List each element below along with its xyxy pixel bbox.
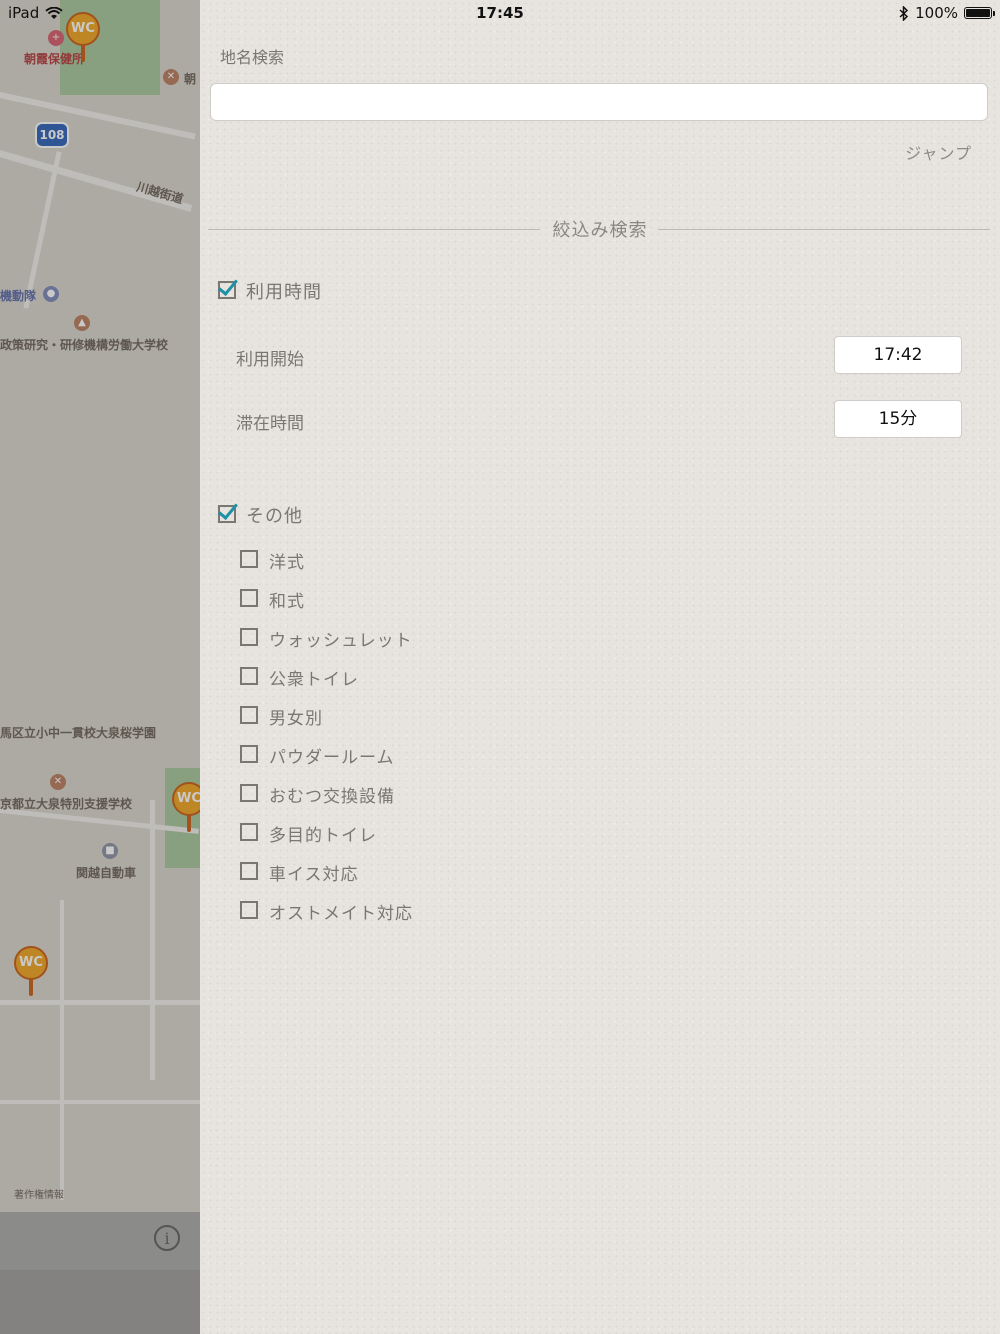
option-checkbox-gender-separated[interactable] <box>240 706 258 724</box>
filter-panel: 地名検索 ジャンプ 絞込み検索 利用時間 利用開始 17:42 滞在時間 15分… <box>200 0 1000 1334</box>
option-label-powder-room: パウダールーム <box>269 748 395 768</box>
option-checkbox-ostomate[interactable] <box>240 901 258 919</box>
start-time-label: 利用開始 <box>236 350 304 370</box>
start-time-field[interactable]: 17:42 <box>834 336 962 374</box>
option-checkbox-wheelchair[interactable] <box>240 862 258 880</box>
option-checkbox-washlet[interactable] <box>240 628 258 646</box>
section-divider-right <box>658 229 990 230</box>
status-time: 17:45 <box>476 4 524 22</box>
option-checkbox-powder-room[interactable] <box>240 745 258 763</box>
stay-duration-label: 滞在時間 <box>236 414 304 434</box>
option-label-wheelchair: 車イス対応 <box>269 865 359 885</box>
option-checkbox-western[interactable] <box>240 550 258 568</box>
option-checkbox-japanese[interactable] <box>240 589 258 607</box>
info-icon[interactable]: i <box>154 1225 180 1251</box>
option-label-japanese: 和式 <box>269 592 305 612</box>
jump-button[interactable]: ジャンプ <box>900 140 972 164</box>
check-icon <box>218 499 238 520</box>
option-label-ostomate: オストメイト対応 <box>269 904 413 924</box>
battery-icon <box>964 7 995 19</box>
option-checkbox-multipurpose[interactable] <box>240 823 258 841</box>
option-checkbox-diaper[interactable] <box>240 784 258 802</box>
option-label-western: 洋式 <box>269 553 305 573</box>
section-divider-left <box>208 229 540 230</box>
battery-percent: 100% <box>915 4 958 22</box>
option-label-washlet: ウォッシュレット <box>269 631 413 651</box>
option-label-gender-separated: 男女別 <box>269 709 323 729</box>
check-icon <box>218 275 238 296</box>
option-checkbox-public[interactable] <box>240 667 258 685</box>
usage-time-checkbox[interactable] <box>218 275 238 299</box>
stay-duration-field[interactable]: 15分 <box>834 400 962 438</box>
other-label: その他 <box>246 506 303 527</box>
option-label-public: 公衆トイレ <box>269 670 359 690</box>
usage-time-label: 利用時間 <box>246 282 322 303</box>
status-bar: iPad 17:45 100% <box>0 0 1000 26</box>
place-search-label: 地名検索 <box>220 48 285 67</box>
place-search-input[interactable] <box>210 83 988 121</box>
other-checkbox[interactable] <box>218 499 238 523</box>
bluetooth-icon <box>899 5 909 21</box>
map-dim-overlay[interactable] <box>0 0 200 1334</box>
filter-section-title: 絞込み検索 <box>552 220 648 241</box>
option-label-diaper: おむつ交換設備 <box>269 787 395 807</box>
option-label-multipurpose: 多目的トイレ <box>269 826 377 846</box>
